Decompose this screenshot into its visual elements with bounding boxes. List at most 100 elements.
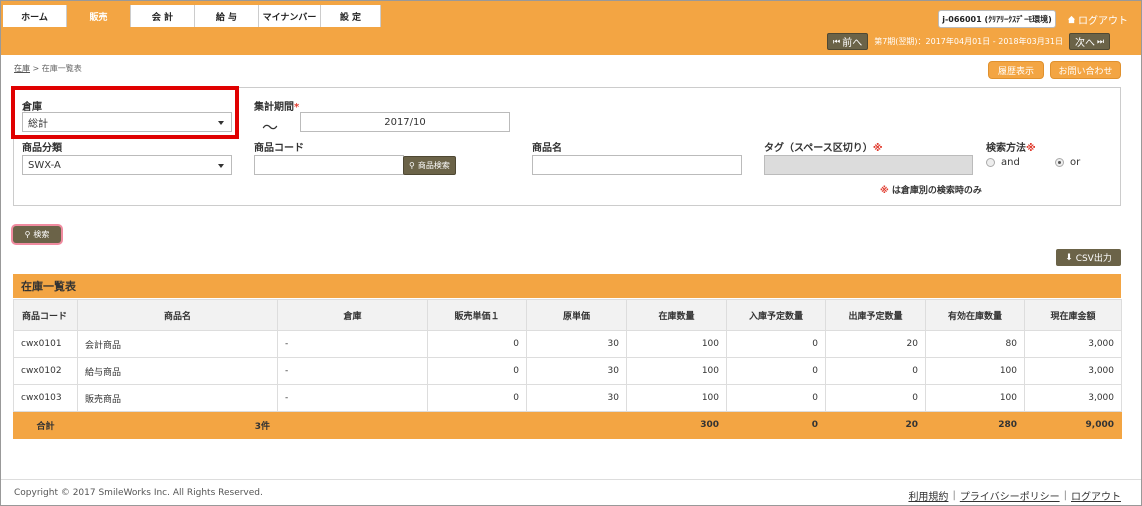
cell-incoming: 0 — [726, 330, 826, 358]
cell-available: 80 — [925, 330, 1025, 358]
table-header-row: 商品コード 商品名 倉庫 販売単価１ 原単価 在庫数量 入庫予定数量 出庫予定数… — [13, 299, 1122, 331]
top-logout-link[interactable]: ログアウト — [1067, 12, 1128, 27]
total-stock: 300 — [626, 411, 727, 439]
search-method-and-label: and — [1001, 157, 1020, 168]
cell-name: 会計商品 — [77, 330, 278, 358]
cell-cost: 30 — [526, 384, 627, 412]
tab-mynumber[interactable]: マイナンバー — [259, 5, 321, 27]
total-empty-cell — [526, 411, 627, 439]
contact-button[interactable]: お問い合わせ — [1050, 61, 1121, 79]
breadcrumb-root-link[interactable]: 在庫 — [14, 64, 30, 73]
column-header[interactable]: 在庫数量 — [626, 299, 727, 331]
footer-separator: | — [1063, 490, 1067, 501]
cell-price: 0 — [427, 357, 527, 385]
category-select[interactable]: SWX-A — [22, 155, 232, 175]
search-method-and-radio[interactable]: and — [986, 157, 1020, 168]
main-tabs: ホーム 販売 会 計 給 与 マイナンバー 設 定 — [3, 5, 381, 27]
column-header[interactable]: 出庫予定数量 — [825, 299, 926, 331]
search-method-or-radio[interactable]: or — [1055, 157, 1080, 168]
home-icon — [1067, 15, 1076, 24]
period-label: 集計期間* — [254, 98, 299, 113]
inventory-table: 商品コード 商品名 倉庫 販売単価１ 原単価 在庫数量 入庫予定数量 出庫予定数… — [13, 299, 1122, 439]
skip-forward-icon: ⏭ — [1096, 36, 1105, 46]
cell-code: cwx0101 — [13, 330, 78, 358]
tag-label: タグ（スペース区切り）※ — [764, 139, 883, 154]
breadcrumb: 在庫 > 在庫一覧表 — [14, 63, 82, 74]
search-method-or-label: or — [1070, 157, 1081, 168]
total-count: 3件 — [77, 411, 278, 439]
table-row[interactable]: cwx0101 会計商品 - 0 30 100 0 20 80 3,000 — [13, 330, 1122, 358]
tag-input[interactable] — [764, 155, 973, 175]
footer-separator: | — [952, 490, 956, 501]
cell-outgoing: 0 — [825, 384, 926, 412]
terms-link[interactable]: 利用規約 — [908, 488, 948, 503]
next-period-label: 次へ — [1074, 38, 1095, 49]
required-mark: * — [294, 102, 300, 113]
product-name-input[interactable] — [532, 155, 742, 175]
tab-payroll[interactable]: 給 与 — [195, 5, 259, 27]
csv-export-button[interactable]: ⬇ CSV出力 — [1056, 249, 1121, 266]
footer-logout-link[interactable]: ログアウト — [1071, 488, 1121, 503]
column-header[interactable]: 入庫予定数量 — [726, 299, 826, 331]
table-total-row: 合計 3件 300 0 20 280 9,000 — [13, 411, 1122, 439]
column-header[interactable]: 倉庫 — [277, 299, 428, 331]
cell-available: 100 — [925, 384, 1025, 412]
inventory-table-title: 在庫一覧表 — [13, 274, 1121, 298]
table-row[interactable]: cwx0102 給与商品 - 0 30 100 0 0 100 3,000 — [13, 357, 1122, 385]
prev-period-button[interactable]: ⏮ 前へ — [827, 33, 869, 50]
cell-price: 0 — [427, 330, 527, 358]
category-value: SWX-A — [28, 159, 61, 171]
cell-stock: 100 — [626, 330, 727, 358]
tab-home[interactable]: ホーム — [3, 5, 67, 27]
history-button[interactable]: 履歴表示 — [988, 61, 1044, 79]
cell-price: 0 — [427, 384, 527, 412]
cell-incoming: 0 — [726, 357, 826, 385]
top-navigation-bar: ホーム 販売 会 計 給 与 マイナンバー 設 定 j-066001 (ｸﾘｱﾘ… — [1, 1, 1141, 55]
tab-accounting[interactable]: 会 計 — [131, 5, 195, 27]
total-empty-cell — [427, 411, 527, 439]
column-header[interactable]: 販売単価１ — [427, 299, 527, 331]
search-button-label: 検索 — [33, 230, 50, 239]
column-header[interactable]: 原単価 — [526, 299, 627, 331]
product-search-label: 商品検索 — [417, 161, 450, 170]
top-logout-label: ログアウト — [1078, 16, 1128, 27]
next-period-button[interactable]: 次へ ⏭ — [1068, 33, 1111, 50]
total-empty-cell — [277, 411, 428, 439]
current-period-text: 第7期(翌期)：2017年04月01日 - 2018年03月31日 — [874, 37, 1063, 46]
column-header[interactable]: 商品名 — [77, 299, 278, 331]
search-button[interactable]: ⚲ 検索 — [13, 226, 61, 243]
search-method-label-text: 検索方法 — [986, 143, 1026, 154]
download-icon: ⬇ — [1065, 252, 1073, 263]
warehouse-note-text: は倉庫別の検索時のみ — [891, 186, 982, 196]
table-row[interactable]: cwx0103 販売商品 - 0 30 100 0 0 100 3,000 — [13, 384, 1122, 412]
product-search-button[interactable]: ⚲ 商品検索 — [403, 156, 456, 175]
column-header[interactable]: 商品コード — [13, 299, 78, 331]
tab-settings[interactable]: 設 定 — [321, 5, 381, 27]
period-input[interactable]: 2017/10 — [300, 112, 510, 132]
cell-amount: 3,000 — [1024, 330, 1122, 358]
total-amount: 9,000 — [1024, 411, 1122, 439]
skip-back-icon: ⏮ — [833, 36, 841, 46]
breadcrumb-current: 在庫一覧表 — [41, 64, 82, 73]
search-icon: ⚲ — [409, 161, 415, 170]
cell-outgoing: 0 — [825, 357, 926, 385]
cell-cost: 30 — [526, 330, 627, 358]
copyright-text: Copyright © 2017 SmileWorks Inc. All Rig… — [14, 488, 263, 498]
app-window: ホーム 販売 会 計 給 与 マイナンバー 設 定 j-066001 (ｸﾘｱﾘ… — [0, 0, 1142, 506]
tab-sales[interactable]: 販売 — [67, 5, 131, 27]
cell-outgoing: 20 — [825, 330, 926, 358]
privacy-link[interactable]: プライバシーポリシー — [960, 488, 1060, 503]
column-header[interactable]: 現在庫金額 — [1024, 299, 1122, 331]
column-header[interactable]: 有効在庫数量 — [925, 299, 1025, 331]
prev-period-label: 前へ — [842, 38, 863, 49]
radio-icon — [986, 158, 995, 167]
cell-amount: 3,000 — [1024, 357, 1122, 385]
footer-links: 利用規約 | プライバシーポリシー | ログアウト — [908, 488, 1121, 503]
warehouse-note: ※ は倉庫別の検索時のみ — [880, 183, 982, 196]
product-name-label: 商品名 — [532, 143, 562, 154]
cell-code: cwx0102 — [13, 357, 78, 385]
tag-label-text: タグ（スペース区切り） — [764, 143, 873, 154]
csv-export-label: CSV出力 — [1075, 254, 1112, 264]
search-method-label: 検索方法※ — [986, 139, 1036, 154]
product-code-input[interactable] — [254, 155, 404, 175]
